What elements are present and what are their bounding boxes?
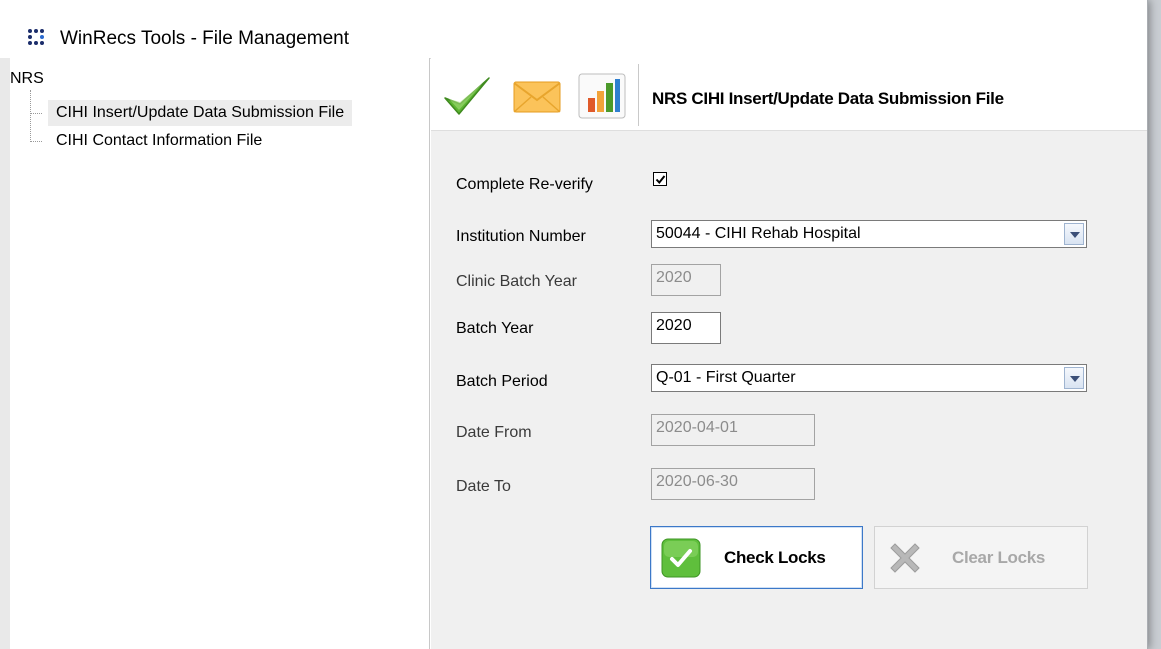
- check-locks-button[interactable]: Check Locks: [650, 526, 863, 589]
- complete-reverify-checkbox[interactable]: [653, 172, 667, 186]
- date-from-field: 2020-04-01: [651, 414, 815, 446]
- gray-x-icon: [885, 538, 925, 578]
- app-dots-icon: [28, 29, 50, 45]
- window-title: WinRecs Tools - File Management: [60, 28, 349, 49]
- batch-year-label: Batch Year: [456, 320, 534, 337]
- batch-year-field[interactable]: 2020: [651, 312, 721, 344]
- tree-item-cihi-data-submission[interactable]: CIHI Insert/Update Data Submission File: [48, 100, 353, 126]
- date-from-value: 2020-04-01: [656, 419, 738, 436]
- chevron-down-icon[interactable]: [1064, 367, 1084, 389]
- batch-period-value: Q-01 - First Quarter: [656, 369, 796, 386]
- tree-connector: [30, 90, 31, 142]
- complete-reverify-label: Complete Re-verify: [456, 176, 593, 193]
- clinic-batch-year-value: 2020: [656, 269, 692, 286]
- batch-period-select[interactable]: Q-01 - First Quarter: [651, 364, 1087, 392]
- date-to-label: Date To: [456, 478, 511, 495]
- tree-connector: [30, 141, 42, 142]
- clinic-batch-year-label: Clinic Batch Year: [456, 273, 577, 290]
- institution-number-label: Institution Number: [456, 228, 586, 245]
- checkmark-icon[interactable]: [441, 70, 493, 122]
- file-panel: NRS CIHI Insert/Update Data Submission F…: [431, 58, 1147, 649]
- tree-connector: [30, 113, 42, 114]
- bar-chart-icon[interactable]: [577, 70, 629, 122]
- toolbar: NRS CIHI Insert/Update Data Submission F…: [431, 58, 1147, 131]
- file-management-window: WinRecs Tools - File Management NRS CIHI…: [0, 0, 1148, 649]
- date-to-field: 2020-06-30: [651, 468, 815, 500]
- batch-period-label: Batch Period: [456, 373, 548, 390]
- clear-locks-label: Clear Locks: [952, 548, 1046, 567]
- tree-view[interactable]: NRS CIHI Insert/Update Data Submission F…: [0, 58, 430, 649]
- title-bar: WinRecs Tools - File Management: [0, 0, 1147, 59]
- date-from-label: Date From: [456, 424, 532, 441]
- tree-item-cihi-contact-info[interactable]: CIHI Contact Information File: [48, 128, 270, 154]
- toolbar-separator: [638, 64, 639, 126]
- clear-locks-button[interactable]: Clear Locks: [874, 526, 1088, 589]
- institution-number-select[interactable]: 50044 - CIHI Rehab Hospital: [651, 220, 1087, 248]
- chevron-down-icon[interactable]: [1064, 223, 1084, 245]
- institution-number-value: 50044 - CIHI Rehab Hospital: [656, 225, 861, 242]
- clinic-batch-year-field: 2020: [651, 264, 721, 296]
- batch-year-value: 2020: [656, 317, 692, 334]
- check-locks-label: Check Locks: [724, 548, 826, 567]
- tree-root-nrs[interactable]: NRS: [10, 70, 44, 88]
- green-check-icon: [661, 538, 701, 578]
- date-to-value: 2020-06-30: [656, 473, 738, 490]
- panel-title: NRS CIHI Insert/Update Data Submission F…: [652, 89, 1004, 108]
- envelope-icon[interactable]: [511, 70, 563, 122]
